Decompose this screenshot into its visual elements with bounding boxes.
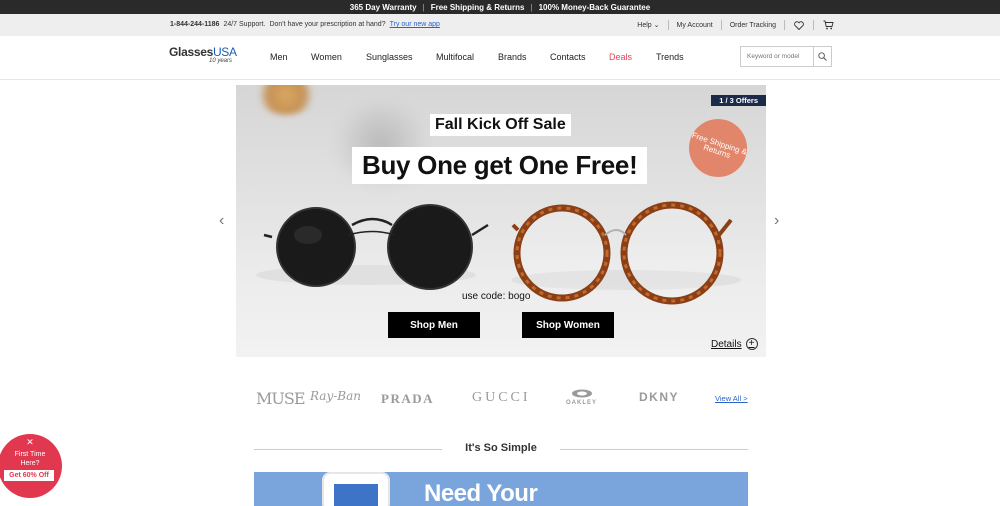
promo-code-text: use code: bogo: [462, 291, 531, 302]
warranty-text: 365 Day Warranty: [349, 2, 417, 12]
shop-men-button[interactable]: Shop Men: [388, 312, 480, 338]
brand-muse-logo[interactable]: MUSE: [256, 389, 306, 408]
nav-women[interactable]: Women: [311, 52, 366, 62]
simple-section-header: It's So Simple: [254, 442, 748, 456]
brand-dkny-logo[interactable]: DKNY: [639, 390, 679, 404]
view-all-brands-link[interactable]: View All >: [715, 394, 748, 403]
banner-separator: |: [530, 2, 533, 12]
phone-illustration: [322, 472, 390, 506]
app-promo-banner[interactable]: Need Your: [254, 472, 748, 506]
nav-men[interactable]: Men: [270, 52, 311, 62]
logo-accent-text: USA: [212, 45, 237, 59]
nav-links: Men Women Sunglasses Multifocal Brands C…: [270, 52, 696, 62]
divider: [720, 20, 722, 30]
brand-logos-row: MUSE Ray-Ban PRADA GUCCI OAKLEY DKNY Vie…: [254, 385, 754, 411]
order-tracking-link[interactable]: Order Tracking: [730, 22, 776, 29]
promo-headline: Need Your: [424, 480, 538, 506]
my-account-link[interactable]: My Account: [677, 22, 713, 29]
heart-icon[interactable]: [793, 19, 805, 31]
nav-brands[interactable]: Brands: [498, 52, 550, 62]
banner-separator: |: [422, 2, 425, 12]
shipping-text: Free Shipping & Returns: [430, 2, 525, 12]
logo-wordmark: GlassesUSA: [169, 45, 249, 59]
help-menu[interactable]: Help ⌄: [637, 21, 659, 29]
utility-bar: 1-844-244-1186 24/7 Support. Don't have …: [0, 14, 1000, 36]
hero-banner[interactable]: 1 / 3 Offers Fall Kick Off Sale Buy One …: [236, 85, 766, 357]
cart-icon[interactable]: [822, 19, 834, 31]
phone-screen: [334, 484, 378, 506]
chevron-down-icon: ⌄: [653, 22, 660, 29]
first-time-offer-popup[interactable]: ✕ First Time Here? Get 60% Off: [0, 434, 62, 498]
details-link[interactable]: Details +: [711, 338, 758, 350]
search-input[interactable]: [741, 47, 813, 66]
divider: [813, 20, 814, 30]
account-links: Help ⌄ My Account Order Tracking: [637, 19, 834, 31]
carousel-prev-arrow[interactable]: ‹: [219, 212, 224, 230]
nav-trends[interactable]: Trends: [656, 52, 696, 62]
help-label: Help: [637, 22, 652, 29]
popup-text: First Time Here?: [0, 450, 62, 468]
support-info: 1-844-244-1186 24/7 Support. Don't have …: [170, 21, 440, 28]
carousel-next-arrow[interactable]: ›: [774, 212, 779, 230]
brand-oakley-logo[interactable]: OAKLEY: [566, 389, 597, 406]
section-title: It's So Simple: [465, 442, 537, 454]
close-icon[interactable]: ✕: [0, 437, 62, 448]
brand-rayban-logo[interactable]: Ray-Ban: [310, 389, 361, 403]
nav-contacts[interactable]: Contacts: [550, 52, 609, 62]
plus-circle-icon: +: [745, 338, 758, 350]
oakley-ellipse-icon: [571, 389, 592, 398]
search-icon: [818, 52, 827, 61]
offer-counter: 1 / 3 Offers: [711, 95, 766, 106]
logo-main-text: Glasses: [169, 45, 213, 59]
popup-offer-button[interactable]: Get 60% Off: [4, 470, 54, 481]
phone-number[interactable]: 1-844-244-1186: [170, 21, 219, 28]
details-label: Details: [711, 338, 742, 350]
support-text: 24/7 Support.: [223, 21, 266, 28]
search-button[interactable]: [813, 47, 831, 66]
app-link[interactable]: Try our new app: [390, 21, 440, 28]
guarantee-text: 100% Money-Back Guarantee: [538, 2, 651, 12]
hero-headline: Buy One get One Free!: [352, 147, 648, 184]
sale-kicker: Fall Kick Off Sale: [430, 114, 571, 136]
top-promo-banner: 365 Day Warranty | Free Shipping & Retur…: [0, 0, 1000, 14]
divider: [667, 20, 669, 30]
prescription-text: Don't have your prescription at hand?: [269, 21, 386, 28]
brand-gucci-logo[interactable]: GUCCI: [472, 390, 531, 406]
oakley-text: OAKLEY: [566, 400, 598, 406]
main-navigation: GlassesUSA 10 years Men Women Sunglasses…: [0, 36, 1000, 80]
shop-women-button[interactable]: Shop Women: [522, 312, 614, 338]
popup-line-2: Here?: [20, 460, 40, 467]
nav-multifocal[interactable]: Multifocal: [436, 52, 498, 62]
logo-tagline: 10 years: [209, 58, 233, 64]
nav-deals[interactable]: Deals: [609, 52, 656, 62]
popup-line-1: First Time: [14, 451, 46, 458]
divider: [560, 449, 748, 450]
brand-prada-logo[interactable]: PRADA: [381, 391, 434, 407]
divider: [784, 20, 785, 30]
search-box: [740, 46, 832, 67]
site-logo[interactable]: GlassesUSA 10 years: [169, 45, 249, 71]
nav-sunglasses[interactable]: Sunglasses: [366, 52, 436, 62]
